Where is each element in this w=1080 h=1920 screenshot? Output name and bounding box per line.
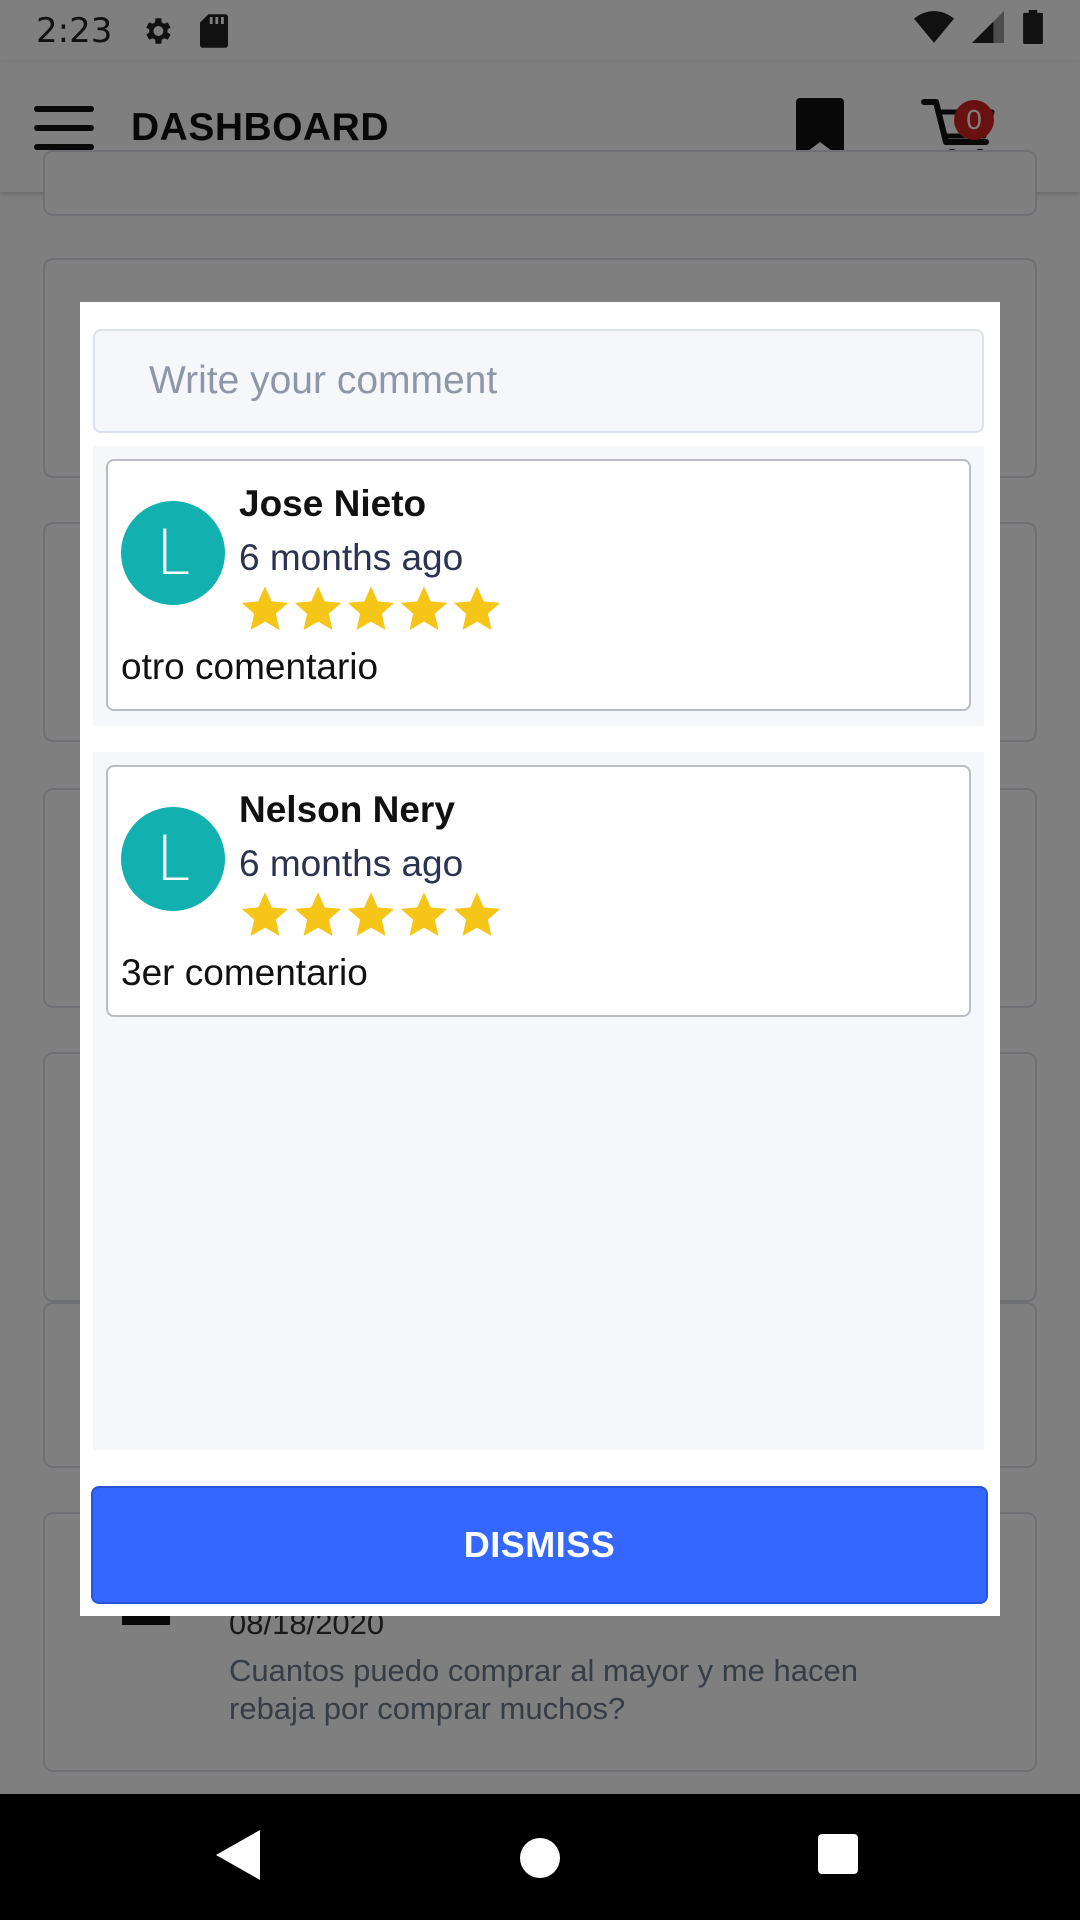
- comment-card: L Jose Nieto 6 months ago otro comentari…: [106, 459, 971, 711]
- comment-input[interactable]: [93, 329, 984, 433]
- star-icon: [347, 892, 395, 937]
- star-icon: [294, 892, 342, 937]
- comment-author: Jose Nieto: [239, 483, 427, 524]
- star-icon: [400, 892, 448, 937]
- comments-list[interactable]: L Jose Nieto 6 months ago otro comentari…: [93, 446, 984, 1450]
- avatar: L: [121, 807, 225, 911]
- recents-icon[interactable]: [818, 1834, 858, 1874]
- star-icon: [241, 586, 289, 631]
- comments-dialog: L Jose Nieto 6 months ago otro comentari…: [80, 302, 1000, 1616]
- avatar: L: [121, 501, 225, 605]
- star-rating: [239, 583, 503, 635]
- comment-author: Nelson Nery: [239, 789, 455, 830]
- comment-card: L Nelson Nery 6 months ago 3er comentari…: [106, 765, 971, 1017]
- comment-time: 6 months ago: [239, 843, 464, 884]
- dismiss-button[interactable]: DISMISS: [91, 1486, 988, 1604]
- star-icon: [453, 586, 501, 631]
- comment-text: 3er comentario: [121, 952, 368, 993]
- star-icon: [453, 892, 501, 937]
- star-rating: [239, 889, 503, 941]
- system-nav-bar: [0, 1794, 1080, 1920]
- star-icon: [400, 586, 448, 631]
- list-item: L Jose Nieto 6 months ago otro comentari…: [93, 446, 984, 726]
- comment-time: 6 months ago: [239, 537, 464, 578]
- home-icon[interactable]: [520, 1838, 560, 1878]
- star-icon: [294, 586, 342, 631]
- comment-text: otro comentario: [121, 646, 379, 687]
- star-icon: [347, 586, 395, 631]
- list-item: L Nelson Nery 6 months ago 3er comentari…: [93, 752, 984, 1450]
- star-icon: [241, 892, 289, 937]
- back-icon[interactable]: [216, 1830, 260, 1885]
